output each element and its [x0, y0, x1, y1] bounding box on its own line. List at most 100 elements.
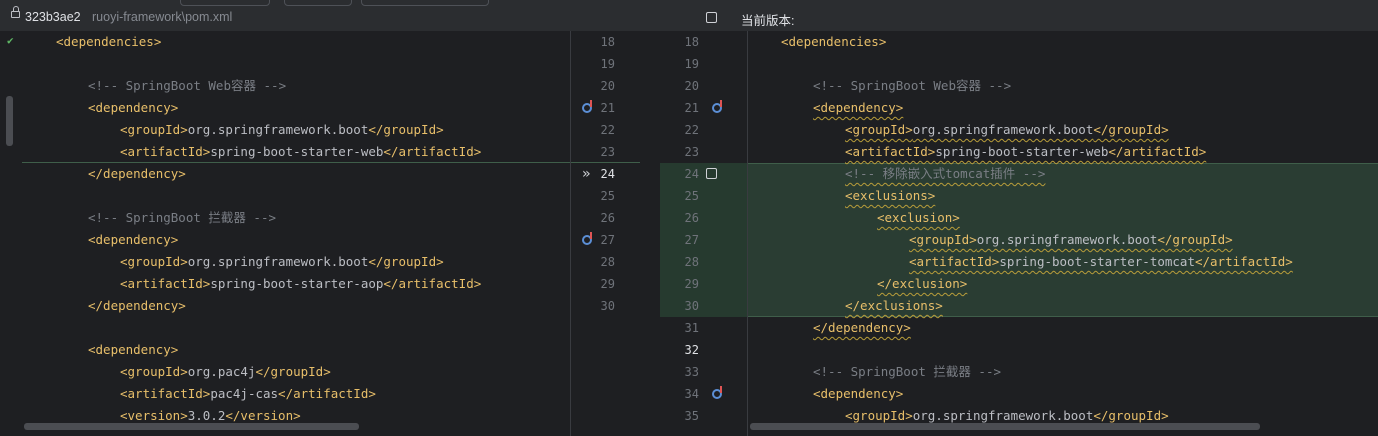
code-line: <dependencies> — [781, 31, 886, 53]
line-number: 24 — [684, 167, 699, 181]
code-token: </artifactId> — [383, 276, 482, 291]
code-line: <!-- SpringBoot Web容器 --> — [88, 75, 286, 97]
code-line: </dependency> — [813, 317, 911, 339]
diff-toolbar: 323b3ae2 ruoyi-framework\pom.xml 当前版本: — [0, 0, 1378, 32]
code-token: org.springframework.boot — [187, 122, 369, 137]
code-token: <dependency> — [88, 232, 179, 247]
code-token: <!-- SpringBoot 拦截器 --> — [813, 364, 1002, 379]
code-token: </artifactId> — [1194, 254, 1293, 269]
code-token: </artifactId> — [1108, 144, 1207, 159]
line-number: 35 — [684, 409, 699, 423]
code-line: <artifactId>spring-boot-starter-tomcat</… — [909, 251, 1293, 273]
toolbar-control[interactable] — [284, 0, 352, 6]
check-icon: ✔ — [7, 34, 14, 47]
line-number: 29 — [600, 277, 615, 291]
code-token: <exclusions> — [845, 188, 936, 203]
horizontal-scrollbar-thumb[interactable] — [24, 423, 359, 430]
line-number: 25 — [600, 189, 615, 203]
code-token: </groupId> — [1093, 122, 1169, 137]
code-line: <!-- SpringBoot 拦截器 --> — [88, 207, 276, 229]
code-token: <artifactId> — [120, 386, 211, 401]
code-line: </dependency> — [88, 295, 186, 317]
code-token: </artifactId> — [383, 144, 482, 159]
code-token: <dependencies> — [781, 34, 887, 49]
line-number: 21 — [684, 101, 699, 115]
line-number: 19 — [600, 57, 615, 71]
code-line: </exclusions> — [845, 295, 943, 317]
line-number: 34 — [684, 387, 699, 401]
code-line: <!-- SpringBoot Web容器 --> — [813, 75, 1011, 97]
code-token: spring-boot-starter-web — [210, 144, 384, 159]
code-token: pac4j-cas — [210, 386, 279, 401]
line-number: 25 — [684, 189, 699, 203]
code-token: org.springframework.boot — [912, 122, 1094, 137]
code-token: <!-- 移除嵌入式tomcat插件 --> — [845, 166, 1046, 181]
line-number: 27 — [684, 233, 699, 247]
code-line: <dependency> — [88, 229, 178, 251]
code-line: <groupId>org.springframework.boot</group… — [120, 119, 444, 141]
code-token: org.springframework.boot — [912, 408, 1094, 423]
code-line: <exclusion> — [877, 207, 960, 229]
code-token: <artifactId> — [909, 254, 1000, 269]
line-number: 26 — [600, 211, 615, 225]
horizontal-scrollbar-thumb[interactable] — [750, 423, 1260, 430]
line-number: 18 — [600, 35, 615, 49]
line-number: 30 — [600, 299, 615, 313]
code-token: <groupId> — [120, 122, 188, 137]
gutter-override-icon[interactable] — [582, 100, 592, 113]
code-token: </dependency> — [88, 298, 186, 313]
line-number: 28 — [600, 255, 615, 269]
checkbox-icon[interactable] — [706, 168, 717, 179]
pane-separator[interactable] — [747, 31, 748, 436]
code-token: <exclusion> — [877, 210, 960, 225]
code-token: <!-- SpringBoot Web容器 --> — [813, 78, 1012, 93]
code-line: <!-- 移除嵌入式tomcat插件 --> — [845, 163, 1045, 185]
code-line: <groupId>org.springframework.boot</group… — [845, 119, 1169, 141]
toolbar-control[interactable] — [180, 0, 270, 6]
line-number: 31 — [684, 321, 699, 335]
code-token: org.pac4j — [187, 364, 256, 379]
line-number: 26 — [684, 211, 699, 225]
code-token: spring-boot-starter-aop — [210, 276, 384, 291]
code-token: <!-- SpringBoot Web容器 --> — [88, 78, 287, 93]
code-token: <dependency> — [88, 342, 179, 357]
revision-label: 323b3ae2 — [25, 10, 81, 24]
code-line: <artifactId>pac4j-cas</artifactId> — [120, 383, 376, 405]
code-line: <groupId>org.pac4j</groupId> — [120, 361, 331, 383]
line-number: 20 — [684, 79, 699, 93]
code-line: </exclusion> — [877, 273, 967, 295]
code-token: <version> — [120, 408, 188, 423]
merge-arrow-icon[interactable]: » — [582, 163, 590, 185]
code-line: <artifactId>spring-boot-starter-aop</art… — [120, 273, 481, 295]
code-token: <groupId> — [845, 122, 913, 137]
code-token: </exclusions> — [845, 298, 943, 313]
gutter-override-icon[interactable] — [582, 232, 592, 245]
code-token: </groupId> — [255, 364, 331, 379]
code-line: <dependency> — [813, 97, 903, 119]
code-token: org.springframework.boot — [187, 254, 369, 269]
code-token: </version> — [225, 408, 301, 423]
code-token: <dependencies> — [56, 34, 162, 49]
line-number: 28 — [684, 255, 699, 269]
code-line: <groupId>org.springframework.boot</group… — [120, 251, 444, 273]
line-number: 22 — [684, 123, 699, 137]
line-number: 32 — [684, 343, 699, 357]
code-token: <groupId> — [845, 408, 913, 423]
line-number: 23 — [600, 145, 615, 159]
code-line: <dependencies> — [56, 31, 161, 53]
current-version-label: 当前版本: — [741, 14, 795, 28]
gutter-override-icon[interactable] — [712, 386, 722, 399]
code-token: </groupId> — [368, 122, 444, 137]
code-line: </dependency> — [88, 163, 186, 185]
code-token: org.springframework.boot — [976, 232, 1158, 247]
checkbox-icon[interactable] — [706, 12, 717, 23]
code-token: </groupId> — [1157, 232, 1233, 247]
vertical-scrollbar-thumb[interactable] — [6, 96, 13, 146]
code-line: <groupId>org.springframework.boot</group… — [909, 229, 1233, 251]
gutter-override-icon[interactable] — [712, 100, 722, 113]
toolbar-control[interactable] — [361, 0, 489, 6]
code-token: <!-- SpringBoot 拦截器 --> — [88, 210, 277, 225]
code-token: <groupId> — [909, 232, 977, 247]
code-token: <dependency> — [88, 100, 179, 115]
code-token: 3.0.2 — [187, 408, 226, 423]
